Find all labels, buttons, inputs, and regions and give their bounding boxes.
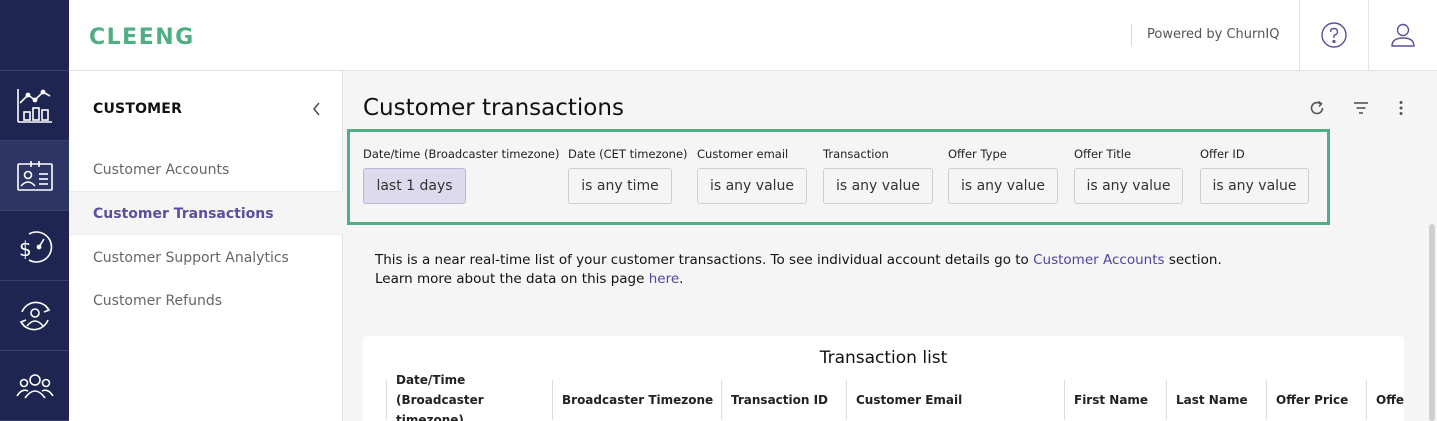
sidebar-item-customer-support-analytics[interactable]: Customer Support Analytics (69, 236, 343, 280)
info-text-part: This is a near real-time list of your cu… (375, 252, 1034, 268)
filter-bar: Date/time (Broadcaster timezone) last 1 … (347, 129, 1330, 225)
powered-by-label: Powered by ChurnIQ (1131, 24, 1279, 46)
more-vertical-icon[interactable] (1392, 99, 1410, 117)
churn-cycle-icon (19, 301, 50, 330)
svg-text:$: $ (19, 237, 32, 261)
info-text-part: Learn more about the data on this page (375, 271, 649, 287)
filter-label: Offer Type (948, 147, 1007, 161)
column-header[interactable]: Broadcaster Timezone (552, 380, 721, 420)
filter-label: Offer Title (1074, 147, 1132, 161)
column-header[interactable]: Date/Time (Broadcaster timezone) (386, 373, 552, 421)
rail-top (0, 0, 69, 71)
sidebar-item-customer-refunds[interactable]: Customer Refunds (69, 279, 343, 323)
filter-offer-id: Offer ID is any value (1200, 146, 1309, 204)
transaction-list-card: Transaction list Date/Time (Broadcaster … (363, 336, 1404, 421)
help-circle-icon (1321, 22, 1347, 48)
filter-cet-date: Date (CET timezone) is any time (568, 146, 688, 204)
analytics-chart-icon (16, 88, 52, 123)
user-icon (1391, 23, 1415, 47)
filter-label: Date/time (Broadcaster timezone) (363, 147, 560, 161)
customer-card-icon (16, 160, 53, 191)
customer-sidebar: CUSTOMER Customer Accounts Customer Tran… (69, 71, 343, 421)
column-header[interactable]: Transaction ID (721, 380, 846, 420)
filter-label: Date (CET timezone) (568, 147, 688, 161)
sidebar-title: CUSTOMER (93, 101, 183, 117)
filter-icon[interactable] (1352, 99, 1370, 117)
filter-label: Transaction (823, 147, 889, 161)
info-text: This is a near real-time list of your cu… (375, 251, 1222, 289)
page-title: Customer transactions (363, 95, 624, 121)
filter-offer-title: Offer Title is any value (1074, 146, 1183, 204)
column-header[interactable]: Customer Email (846, 380, 1064, 420)
help-button[interactable] (1299, 0, 1368, 70)
filter-value-button[interactable]: last 1 days (363, 168, 466, 204)
filter-customer-email: Customer email is any value (697, 146, 807, 204)
main-content: Customer transactions Date/time (Broadca… (344, 71, 1437, 421)
filter-label: Offer ID (1200, 147, 1245, 161)
column-header[interactable]: Last Name (1166, 380, 1266, 420)
filter-value-button[interactable]: is any value (823, 168, 933, 204)
sidebar-item-customer-accounts[interactable]: Customer Accounts (69, 148, 343, 192)
rail-item-analytics[interactable] (0, 71, 69, 141)
cleeng-logo: CLEENG (89, 25, 195, 50)
user-menu-button[interactable] (1368, 0, 1437, 70)
info-text-part: section. (1164, 252, 1222, 268)
info-text-part: . (679, 271, 684, 287)
learn-more-link[interactable]: here (649, 271, 679, 287)
info-line-1: This is a near real-time list of your cu… (375, 251, 1222, 270)
filter-value-button[interactable]: is any value (1200, 168, 1309, 204)
rail-item-revenue[interactable]: $ (0, 211, 69, 281)
info-line-2: Learn more about the data on this page h… (375, 270, 1222, 289)
table-title: Transaction list (819, 348, 948, 368)
chevron-left-icon[interactable] (307, 99, 327, 119)
column-header[interactable]: Offer (1366, 380, 1404, 420)
filter-label: Customer email (697, 147, 789, 161)
filter-value-button[interactable]: is any value (1074, 168, 1183, 204)
filter-transaction: Transaction is any value (823, 146, 933, 204)
rail-item-users[interactable] (0, 351, 69, 421)
filter-value-button[interactable]: is any time (568, 168, 672, 204)
rail-item-customer[interactable] (0, 141, 69, 211)
revenue-gauge-icon: $ (19, 230, 52, 263)
filter-value-button[interactable]: is any value (697, 168, 807, 204)
icon-rail: $ (0, 0, 69, 421)
rail-item-churn[interactable] (0, 281, 69, 351)
refresh-icon[interactable] (1308, 99, 1326, 117)
filter-broadcaster-datetime: Date/time (Broadcaster timezone) last 1 … (363, 146, 559, 204)
vertical-scrollbar[interactable] (1429, 224, 1435, 421)
filter-offer-type: Offer Type is any value (948, 146, 1058, 204)
top-header: CLEENG Powered by ChurnIQ (69, 0, 1437, 71)
users-group-icon (15, 373, 54, 398)
column-header[interactable]: First Name (1064, 380, 1166, 420)
sidebar-item-customer-transactions[interactable]: Customer Transactions (69, 191, 343, 235)
filter-value-button[interactable]: is any value (948, 168, 1058, 204)
column-header[interactable]: Offer Price (1266, 380, 1366, 420)
customer-accounts-link[interactable]: Customer Accounts (1033, 252, 1164, 268)
svg-text:CLEENG: CLEENG (89, 25, 195, 50)
